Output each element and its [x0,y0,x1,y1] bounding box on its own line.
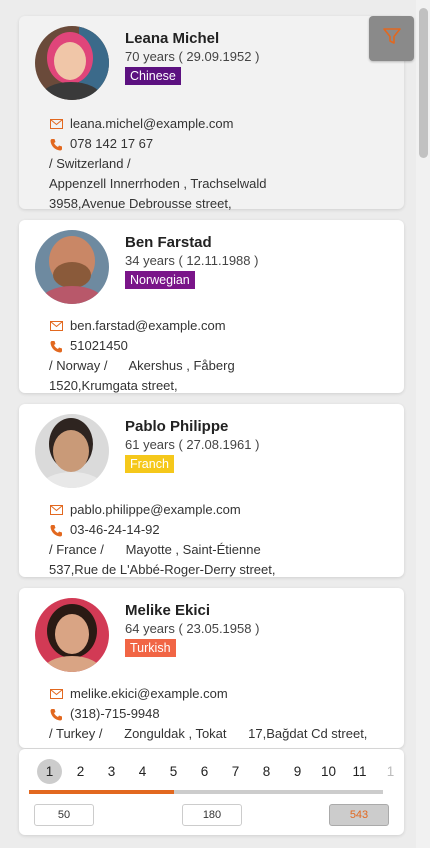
mail-icon [49,687,63,701]
page-size-50-button[interactable]: 50 [34,804,94,826]
page-4[interactable]: 4 [130,759,155,784]
page-11[interactable]: 11 [347,759,372,784]
phone-icon [49,523,63,537]
page-8[interactable]: 8 [254,759,279,784]
contact-email[interactable]: pablo.philippe@example.com [70,500,241,520]
contact-card[interactable]: Leana Michel 70 years ( 29.09.1952 ) Chi… [19,16,404,211]
page-10[interactable]: 10 [316,759,341,784]
contact-age: 64 years ( 23.05.1958 ) [125,621,260,636]
mail-icon [49,117,63,131]
contact-name: Melike Ekici [125,602,211,619]
contact-email[interactable]: melike.ekici@example.com [70,684,228,704]
contact-address-region: Appenzell Innerrhoden , Trachselwald [49,176,267,191]
contact-age: 70 years ( 29.09.1952 ) [125,49,260,64]
scroll-progress-bar[interactable] [29,790,383,794]
filter-icon [382,26,402,51]
page-size-543-button[interactable]: 543 [329,804,389,826]
contact-name: Leana Michel [125,30,220,47]
phone-icon [49,137,63,151]
contact-phone[interactable]: 03-46-24-14-92 [70,520,160,540]
mail-icon [49,503,63,517]
contact-card[interactable]: Pablo Philippe 61 years ( 27.08.1961 ) F… [19,404,404,577]
contact-address-street: 3958,Avenue Debrousse street, [49,196,232,211]
avatar [35,26,109,100]
nationality-badge: Franch [125,455,174,473]
page-2[interactable]: 2 [68,759,93,784]
nationality-badge: Turkish [125,639,176,657]
scrollbar-thumb[interactable] [419,8,428,158]
page-size-180-button[interactable]: 180 [182,804,242,826]
contact-address-street: 537,Rue de L'Abbé-Roger-Derry street, [49,562,276,577]
contact-phone[interactable]: (318)-715-9948 [70,704,160,724]
contact-phone[interactable]: 51021450 [70,336,128,356]
avatar [35,598,109,672]
scroll-progress-fill [29,790,175,794]
contact-card[interactable]: Melike Ekici 64 years ( 23.05.1958 ) Tur… [19,588,404,748]
page-6[interactable]: 6 [192,759,217,784]
pagination-panel: 1 2 3 4 5 6 7 8 9 10 11 1 50 180 543 [19,749,404,835]
mail-icon [49,319,63,333]
contact-age: 61 years ( 27.08.1961 ) [125,437,260,452]
phone-icon [49,707,63,721]
page-12-partial[interactable]: 1 [378,759,403,784]
page-9[interactable]: 9 [285,759,310,784]
contact-name: Pablo Philippe [125,418,229,435]
contact-email[interactable]: ben.farstad@example.com [70,316,226,336]
contact-list: Leana Michel 70 years ( 29.09.1952 ) Chi… [19,16,404,759]
phone-icon [49,339,63,353]
nationality-badge: Norwegian [125,271,195,289]
contact-address-street: 1520,Krumgata street, [49,378,178,393]
nationality-badge: Chinese [125,67,181,85]
page-3[interactable]: 3 [99,759,124,784]
contact-address-region: / France / Mayotte , Saint-Étienne [49,542,261,557]
page-list: 1 2 3 4 5 6 7 8 9 10 11 1 [37,759,404,784]
contact-name: Ben Farstad [125,234,212,251]
avatar [35,230,109,304]
contact-address-region: / Norway / Akershus , Fåberg [49,358,235,373]
avatar [35,414,109,488]
contact-address: / Turkey / Zonguldak , Tokat 17,Bağdat C… [49,726,368,741]
page-7[interactable]: 7 [223,759,248,784]
contact-age: 34 years ( 12.11.1988 ) [125,253,259,268]
filter-button[interactable] [369,16,414,61]
contact-email[interactable]: leana.michel@example.com [70,114,234,134]
contact-card[interactable]: Ben Farstad 34 years ( 12.11.1988 ) Norw… [19,220,404,393]
page-1[interactable]: 1 [37,759,62,784]
page-5[interactable]: 5 [161,759,186,784]
contact-address-country: / Switzerland / [49,156,131,171]
contact-phone[interactable]: 078 142 17 67 [70,134,153,154]
